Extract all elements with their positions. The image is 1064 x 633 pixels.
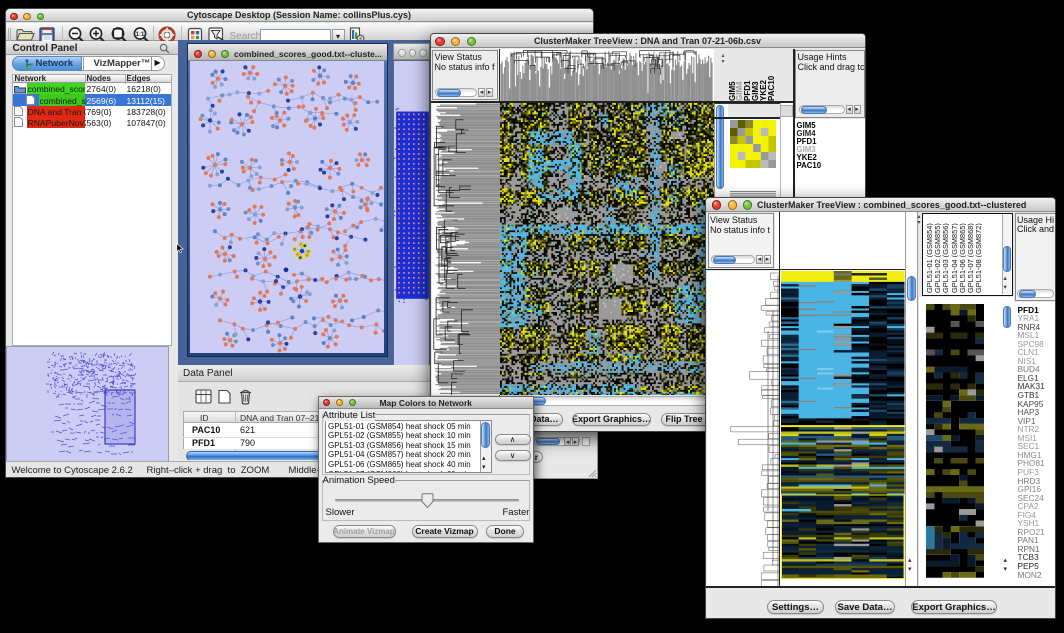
svg-text:1:1: 1:1 bbox=[135, 32, 144, 38]
